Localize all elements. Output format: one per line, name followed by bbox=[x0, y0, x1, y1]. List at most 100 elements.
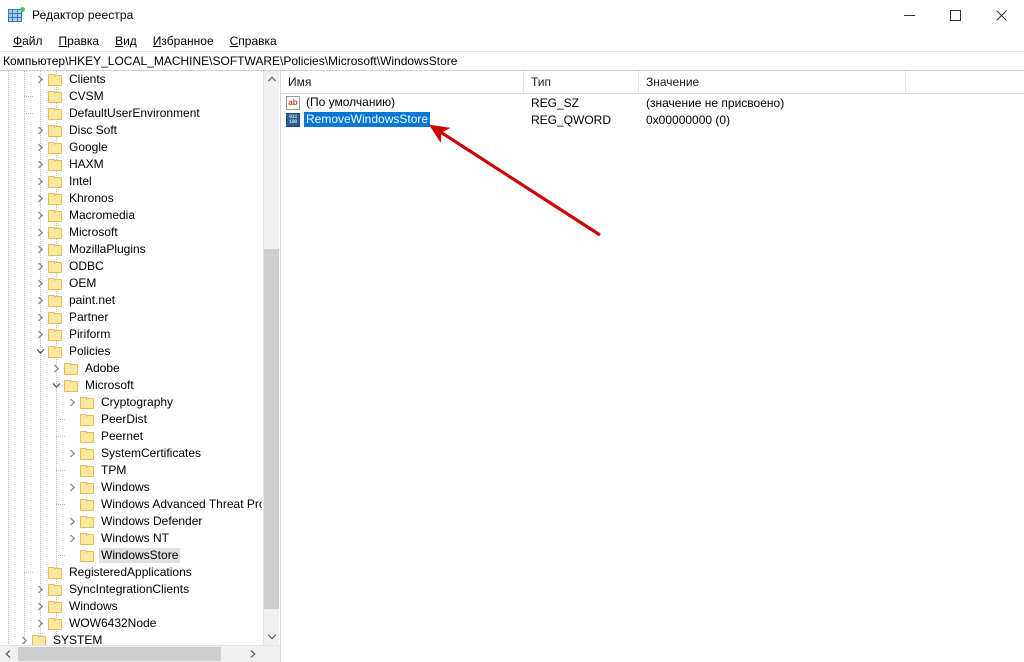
tree-item-khronos[interactable]: Khronos bbox=[0, 190, 262, 207]
tree-horizontal-scrollbar[interactable] bbox=[0, 645, 280, 662]
tree-item-intel[interactable]: Intel bbox=[0, 173, 262, 190]
chevron-down-icon[interactable] bbox=[32, 344, 48, 360]
chevron-right-icon[interactable] bbox=[32, 616, 48, 632]
chevron-right-icon[interactable] bbox=[32, 72, 48, 88]
menu-item-2[interactable]: Вид bbox=[107, 32, 145, 50]
chevron-right-icon[interactable] bbox=[32, 599, 48, 615]
chevron-right-icon[interactable] bbox=[32, 310, 48, 326]
tree-item-defaultuserenvironment[interactable]: DefaultUserEnvironment bbox=[0, 105, 262, 122]
folder-icon bbox=[48, 107, 62, 120]
folder-icon bbox=[80, 413, 94, 426]
chevron-right-icon[interactable] bbox=[32, 191, 48, 207]
folder-icon bbox=[80, 498, 94, 511]
tree-item-tpm[interactable]: TPM bbox=[0, 462, 262, 479]
tree-item-label: Policies bbox=[69, 344, 111, 358]
tree-item-windows[interactable]: Windows bbox=[0, 598, 262, 615]
tree-item-disc-soft[interactable]: Disc Soft bbox=[0, 122, 262, 139]
tree-item-peerdist[interactable]: PeerDist bbox=[0, 411, 262, 428]
chevron-right-icon[interactable] bbox=[32, 293, 48, 309]
tree-item-google[interactable]: Google bbox=[0, 139, 262, 156]
chevron-right-icon[interactable] bbox=[32, 208, 48, 224]
chevron-right-icon[interactable] bbox=[32, 327, 48, 343]
tree-item-label: ODBC bbox=[69, 259, 104, 273]
chevron-right-icon[interactable] bbox=[32, 157, 48, 173]
tree-item-wow6432node[interactable]: WOW6432Node bbox=[0, 615, 262, 632]
tree-item-label: Piriform bbox=[69, 327, 111, 341]
tree-scroll-thumb[interactable] bbox=[264, 249, 279, 609]
tree-item-piriform[interactable]: Piriform bbox=[0, 326, 262, 343]
chevron-right-icon[interactable] bbox=[64, 446, 80, 462]
scroll-up-icon[interactable] bbox=[264, 71, 279, 87]
menu-item-4[interactable]: Справка bbox=[222, 32, 285, 50]
tree-item-label: HAXM bbox=[69, 157, 104, 171]
tree-item-systemcertificates[interactable]: SystemCertificates bbox=[0, 445, 262, 462]
tree-item-label: Clients bbox=[69, 72, 106, 86]
chevron-right-icon[interactable] bbox=[32, 242, 48, 258]
column-header-1[interactable]: Тип bbox=[524, 71, 639, 93]
chevron-right-icon[interactable] bbox=[32, 276, 48, 292]
menu-item-3[interactable]: Избранное bbox=[145, 32, 222, 50]
tree-item-clients[interactable]: Clients bbox=[0, 71, 262, 88]
tree-item-partner[interactable]: Partner bbox=[0, 309, 262, 326]
tree-item-label: Google bbox=[69, 140, 108, 154]
value-data: (значение не присвоено) bbox=[646, 95, 785, 110]
tree-item-macromedia[interactable]: Macromedia bbox=[0, 207, 262, 224]
tree-item-cryptography[interactable]: Cryptography bbox=[0, 394, 262, 411]
tree-item-peernet[interactable]: Peernet bbox=[0, 428, 262, 445]
chevron-right-icon[interactable] bbox=[48, 361, 64, 377]
tree-item-odbc[interactable]: ODBC bbox=[0, 258, 262, 275]
chevron-down-icon[interactable] bbox=[48, 378, 64, 394]
column-header-0[interactable]: Имя bbox=[281, 71, 524, 93]
scroll-right-icon[interactable] bbox=[245, 646, 261, 662]
scroll-left-icon[interactable] bbox=[0, 646, 16, 662]
folder-icon bbox=[80, 464, 94, 477]
tree-item-system[interactable]: SYSTEM bbox=[0, 632, 262, 645]
tree-item-windows[interactable]: Windows bbox=[0, 479, 262, 496]
tree-item-microsoft[interactable]: Microsoft bbox=[0, 377, 262, 394]
tree-item-label: MozillaPlugins bbox=[69, 242, 146, 256]
column-header-label: Имя bbox=[288, 75, 312, 89]
chevron-right-icon[interactable] bbox=[32, 140, 48, 156]
tree-item-oem[interactable]: OEM bbox=[0, 275, 262, 292]
menu-item-0[interactable]: Файл bbox=[5, 32, 51, 50]
menu-item-1[interactable]: Правка bbox=[51, 32, 108, 50]
close-button[interactable] bbox=[978, 0, 1024, 30]
chevron-right-icon[interactable] bbox=[64, 395, 80, 411]
tree-item-policies[interactable]: Policies bbox=[0, 343, 262, 360]
chevron-right-icon[interactable] bbox=[32, 225, 48, 241]
chevron-right-icon[interactable] bbox=[32, 174, 48, 190]
chevron-right-icon[interactable] bbox=[32, 582, 48, 598]
folder-icon bbox=[48, 277, 62, 290]
tree-item-cvsm[interactable]: CVSM bbox=[0, 88, 262, 105]
chevron-right-icon[interactable] bbox=[64, 514, 80, 530]
tree-vertical-scrollbar[interactable] bbox=[263, 71, 279, 645]
value-row[interactable]: 011 100 RemoveWindowsStore REG_QWORD 0x00000… bbox=[281, 111, 1024, 128]
column-header-label: Значение bbox=[646, 75, 700, 89]
chevron-right-icon[interactable] bbox=[16, 633, 32, 646]
minimize-button[interactable] bbox=[886, 0, 932, 30]
address-bar[interactable]: Компьютер\HKEY_LOCAL_MACHINE\SOFTWARE\Po… bbox=[0, 51, 1024, 71]
scroll-down-icon[interactable] bbox=[264, 629, 279, 645]
chevron-right-icon[interactable] bbox=[32, 259, 48, 275]
values-list[interactable]: ab (По умолчанию) REG_SZ (значение не присв… bbox=[281, 94, 1024, 128]
tree-item-syncintegrationclients[interactable]: SyncIntegrationClients bbox=[0, 581, 262, 598]
column-header-2[interactable]: Значение bbox=[639, 71, 906, 93]
value-row[interactable]: ab (По умолчанию) REG_SZ (значение не присв… bbox=[281, 94, 1024, 111]
tree-item-haxm[interactable]: HAXM bbox=[0, 156, 262, 173]
tree-hscroll-thumb[interactable] bbox=[18, 647, 221, 661]
tree-item-windows-defender[interactable]: Windows Defender bbox=[0, 513, 262, 530]
tree-item-microsoft[interactable]: Microsoft bbox=[0, 224, 262, 241]
tree-item-windows-nt[interactable]: Windows NT bbox=[0, 530, 262, 547]
maximize-button[interactable] bbox=[932, 0, 978, 30]
registry-tree[interactable]: Clients CVSM DefaultUserEnvironment Disc So… bbox=[0, 71, 262, 645]
tree-item-adobe[interactable]: Adobe bbox=[0, 360, 262, 377]
chevron-right-icon[interactable] bbox=[64, 480, 80, 496]
tree-item-windowsstore[interactable]: WindowsStore bbox=[0, 547, 262, 564]
tree-item-mozillaplugins[interactable]: MozillaPlugins bbox=[0, 241, 262, 258]
tree-item-registeredapplications[interactable]: RegisteredApplications bbox=[0, 564, 262, 581]
tree-item-label: SyncIntegrationClients bbox=[69, 582, 190, 596]
chevron-right-icon[interactable] bbox=[32, 123, 48, 139]
tree-item-windows-advanced-threat-pro[interactable]: Windows Advanced Threat Pro bbox=[0, 496, 262, 513]
chevron-right-icon[interactable] bbox=[64, 531, 80, 547]
tree-item-paint-net[interactable]: paint.net bbox=[0, 292, 262, 309]
